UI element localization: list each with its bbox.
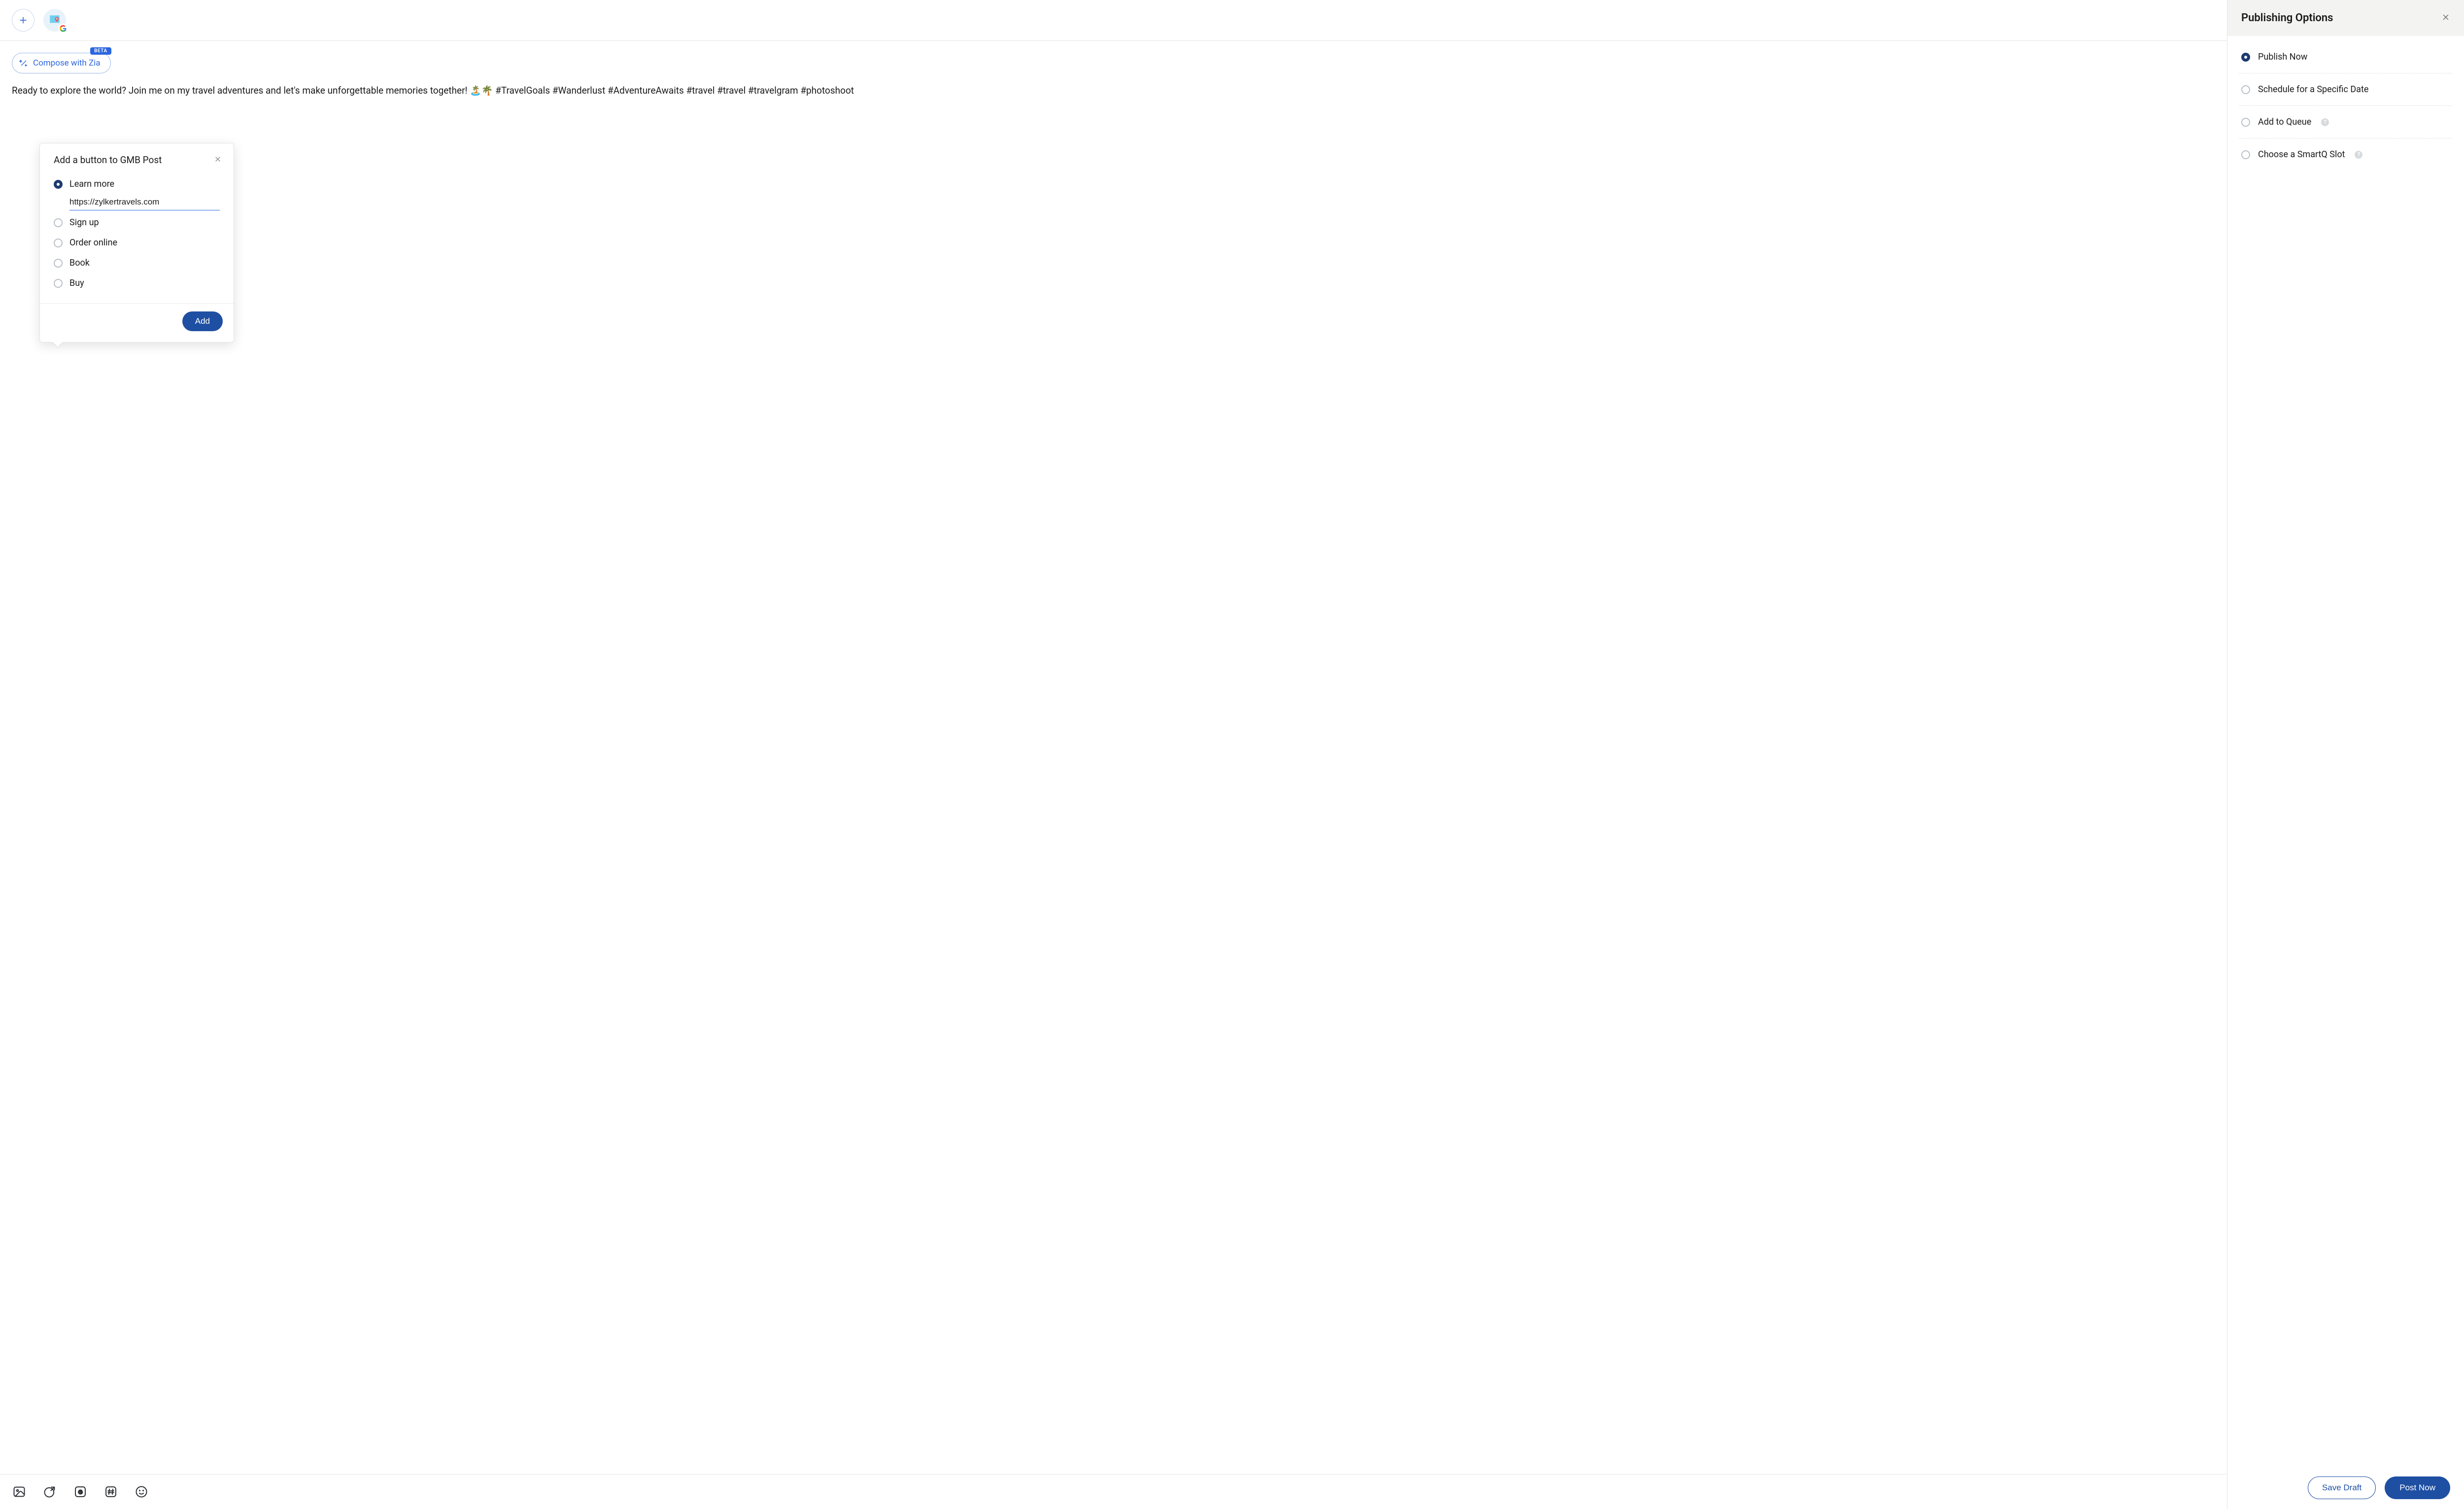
publish-option-schedule[interactable]: Schedule for a Specific Date [2239,73,2452,106]
compose-controls: BETA Compose with Zia [0,41,2227,77]
post-now-button[interactable]: Post Now [2385,1476,2450,1499]
hashtag-picker-button[interactable] [103,1484,118,1499]
radio-icon [2241,85,2250,94]
gmb-option-label: Book [69,258,90,268]
gmb-button-popover: Add a button to GMB Post Learn more Sign… [39,143,234,343]
add-channel-button[interactable] [12,9,34,32]
help-icon[interactable]: ? [2321,118,2329,126]
radio-icon [54,279,63,288]
publish-option-label: Publish Now [2258,52,2307,62]
connected-account-chip[interactable] [43,9,66,32]
sidebar-title: Publishing Options [2241,12,2333,24]
publish-option-add-to-queue[interactable]: Add to Queue ? [2239,106,2452,138]
channel-topbar [0,0,2227,41]
link-arrow-icon [43,1485,57,1499]
gmb-option-label: Learn more [69,179,114,189]
radio-icon [2241,53,2250,62]
gmb-icon [73,1485,87,1499]
image-icon [12,1485,26,1499]
radio-icon [2241,118,2250,127]
google-badge-icon [58,24,68,34]
publish-option-label: Choose a SmartQ Slot [2258,149,2345,160]
gmb-option-sign-up[interactable]: Sign up [54,212,220,233]
gmb-button-trigger[interactable] [73,1484,88,1499]
smile-icon [135,1485,148,1499]
close-icon [2441,13,2450,22]
footer-actions: Save Draft Post Now [2308,1476,2450,1499]
save-draft-button[interactable]: Save Draft [2308,1476,2376,1499]
radio-icon [54,259,63,268]
gmb-option-book[interactable]: Book [54,253,220,273]
radio-icon [54,239,63,247]
publish-option-smartq[interactable]: Choose a SmartQ Slot ? [2239,138,2452,171]
popover-close-button[interactable] [213,154,223,166]
popover-title: Add a button to GMB Post [54,154,162,166]
gmb-option-label: Buy [69,278,84,288]
compose-with-zia-label: Compose with Zia [33,58,101,68]
publish-option-label: Schedule for a Specific Date [2258,84,2368,95]
sidebar-close-button[interactable] [2441,12,2450,24]
gmb-add-button[interactable]: Add [182,311,223,331]
radio-icon [54,180,63,189]
radio-icon [2241,150,2250,159]
link-shortener-button[interactable] [42,1484,57,1499]
compose-toolbar [0,1474,2227,1509]
close-icon [214,155,222,163]
gmb-option-learn-more[interactable]: Learn more [54,174,220,194]
compose-with-zia-button[interactable]: BETA Compose with Zia [12,53,111,73]
gmb-option-label: Order online [69,238,117,248]
publishing-sidebar: Publishing Options Publish Now Schedule … [2227,0,2464,1509]
gmb-url-input[interactable] [69,194,220,210]
gmb-option-label: Sign up [69,217,99,228]
hashtag-icon [104,1485,118,1499]
publish-option-label: Add to Queue [2258,117,2311,127]
wand-icon [19,59,28,68]
beta-badge: BETA [90,47,111,55]
help-icon[interactable]: ? [2355,151,2362,159]
gmb-option-buy[interactable]: Buy [54,273,220,293]
radio-icon [54,218,63,227]
post-text-area[interactable]: Ready to explore the world? Join me on m… [0,77,2227,109]
gmb-option-order-online[interactable]: Order online [54,233,220,253]
media-picker-button[interactable] [12,1484,27,1499]
emoji-picker-button[interactable] [134,1484,149,1499]
publish-option-publish-now[interactable]: Publish Now [2239,41,2452,73]
